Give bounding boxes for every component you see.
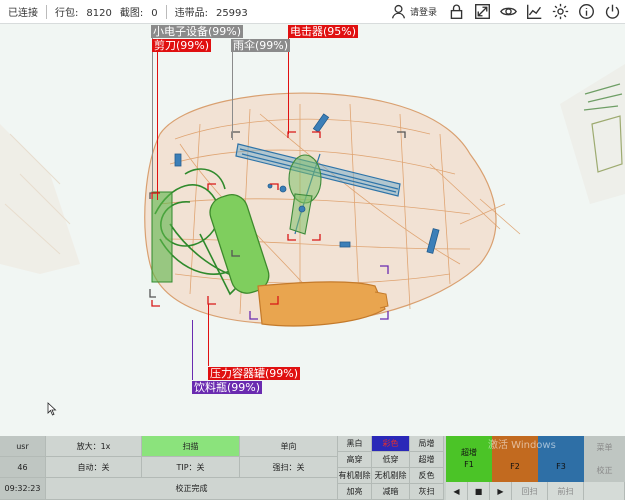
correct-button[interactable]: 校正 — [584, 459, 625, 482]
auto-button[interactable]: 自动：关 — [46, 457, 142, 478]
lock-icon — [450, 4, 462, 19]
xray-image — [0, 64, 625, 327]
mode-super-enhance[interactable]: 超增 — [410, 452, 444, 468]
mode-invert[interactable]: 反色 — [410, 468, 444, 484]
mode-low-penetration[interactable]: 低穿 — [372, 452, 410, 468]
f3-button[interactable]: F3 — [538, 436, 584, 482]
info-icon — [578, 4, 594, 19]
zoom-button[interactable]: 放大：1x — [46, 436, 142, 457]
user-id: 46 — [0, 457, 46, 478]
detection-label-pressure-can: 压力容器罐(99%) — [208, 367, 301, 380]
label-leader-line — [288, 38, 289, 134]
lines-value: 8120 — [86, 8, 112, 19]
mode-inorganic-strip[interactable]: 无机剔除 — [372, 468, 410, 484]
detection-label-stun-gun: 电击器(95%) — [288, 25, 359, 38]
f3-key: F3 — [556, 462, 566, 471]
mode-high-penetration[interactable]: 高穿 — [338, 452, 372, 468]
previous-button[interactable]: ◀ — [446, 482, 468, 500]
detection-label-small-electronic: 小电子设备(99%) — [151, 25, 244, 38]
detection-label-umbrella: 雨伞(99%) — [231, 39, 291, 52]
lines-label: 行包: — [55, 8, 79, 19]
user-icon — [391, 4, 406, 19]
fullscreen-icon — [474, 4, 490, 19]
power-icon — [605, 4, 619, 19]
info-button[interactable] — [573, 0, 599, 24]
clock: 09:32:23 — [0, 478, 46, 500]
mode-color[interactable]: 彩色 — [372, 436, 410, 452]
lines-counter: 行包: 8120 — [47, 4, 120, 19]
forward-scan-button[interactable]: 前扫 — [548, 482, 584, 500]
statistics-button[interactable] — [521, 0, 547, 24]
detection-label-drink-bottle: 饮料瓶(99%) — [192, 381, 263, 394]
captures-counter: 截图: 0 — [120, 4, 166, 19]
eye-icon — [499, 7, 517, 16]
label-leader-line — [232, 50, 233, 140]
detection-label-scissors: 剪刀(99%) — [152, 39, 212, 52]
mode-gray-scan[interactable]: 灰扫 — [410, 484, 444, 500]
menu-button[interactable]: 菜单 — [584, 436, 625, 459]
f2-button[interactable]: F2 — [492, 436, 538, 482]
mode-organic-strip[interactable]: 有机剔除 — [338, 468, 372, 484]
label-leader-line — [192, 320, 193, 380]
connection-status: 已连接 — [8, 8, 38, 19]
settings-button[interactable] — [547, 0, 573, 24]
caret-left-icon: ◀ — [453, 486, 460, 496]
power-button[interactable] — [599, 0, 625, 24]
lock-button[interactable] — [443, 0, 469, 24]
control-panel: usr 46 09:32:23 放大：1x 自动：关 扫描 TIP：关 校正完成… — [0, 436, 625, 500]
chart-icon — [526, 4, 541, 19]
contraband-value: 25993 — [215, 8, 248, 19]
f1-button[interactable]: 超增 F1 — [446, 436, 492, 482]
label-leader-line — [157, 50, 158, 200]
fullscreen-button[interactable] — [469, 0, 495, 24]
mode-black-white[interactable]: 黑白 — [338, 436, 372, 452]
contraband-counter: 违带品: 25993 — [167, 4, 256, 19]
stop-button[interactable]: ■ — [468, 482, 490, 500]
login-button[interactable]: 请登录 — [384, 3, 443, 20]
f2-key: F2 — [510, 462, 520, 471]
top-status-bar: 已连接 行包: 8120 截图: 0 违带品: 25993 请登录 — [0, 0, 625, 24]
captures-value: 0 — [151, 8, 158, 19]
caret-right-icon: ▶ — [497, 486, 504, 496]
f1-title: 超增 — [461, 448, 477, 457]
contraband-label: 违带品: — [174, 8, 208, 19]
back-scan-button[interactable]: 回扫 — [512, 482, 548, 500]
gear-icon — [552, 3, 568, 20]
label-leader-line — [152, 38, 153, 192]
label-leader-line — [208, 304, 209, 366]
mode-brighten[interactable]: 加亮 — [338, 484, 372, 500]
tip-button[interactable]: TIP：关 — [142, 457, 240, 478]
mode-local-enhance[interactable]: 局增 — [410, 436, 444, 452]
toolbar-actions: 请登录 — [384, 0, 625, 24]
view-button[interactable] — [495, 0, 521, 24]
mouse-cursor-icon — [47, 402, 57, 416]
calibration-status: 校正完成 — [46, 478, 338, 500]
security-scanner-app: 已连接 行包: 8120 截图: 0 违带品: 25993 请登录 小电子设备(… — [0, 0, 625, 500]
user-name: usr — [0, 436, 46, 457]
xray-scan-view[interactable]: 小电子设备(99%) 剪刀(99%) 雨伞(99%) 电击器(95%) 压力容器… — [0, 24, 625, 436]
captures-label: 截图: — [119, 8, 144, 19]
mode-darken[interactable]: 减暗 — [372, 484, 410, 500]
login-label: 请登录 — [409, 8, 437, 18]
extra-nav-button[interactable] — [584, 482, 625, 500]
force-scan-button[interactable]: 强扫：关 — [240, 457, 338, 478]
f1-key: F1 — [464, 460, 474, 469]
scan-button[interactable]: 扫描 — [142, 436, 240, 457]
stop-icon: ■ — [474, 486, 483, 496]
next-button[interactable]: ▶ — [490, 482, 512, 500]
direction-button[interactable]: 单向 — [240, 436, 338, 457]
